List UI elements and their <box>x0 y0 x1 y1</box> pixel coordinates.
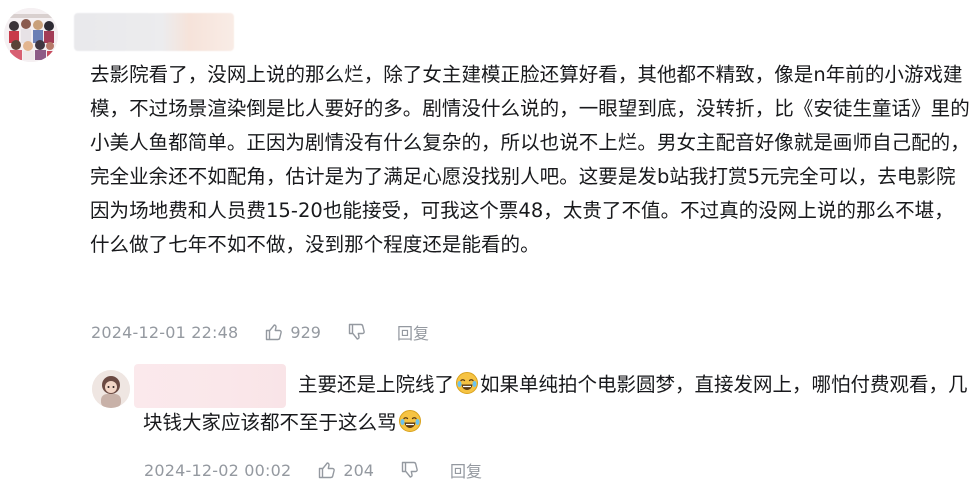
reply-avatar[interactable] <box>92 370 130 408</box>
like-count: 929 <box>290 322 321 342</box>
reply-meta: 2024-12-02 00:02 204 回复 <box>144 458 482 482</box>
avatar[interactable] <box>4 8 58 62</box>
avatar-image <box>4 8 58 62</box>
crying-laughing-emoji-icon <box>456 372 479 394</box>
thumbs-down-icon <box>401 461 418 478</box>
reply-like-count: 204 <box>343 460 374 480</box>
dislike-button[interactable] <box>347 322 367 342</box>
comment-meta: 2024-12-01 22:48 929 回复 <box>91 320 429 344</box>
reply-avatar-image <box>92 370 130 408</box>
reply-button[interactable]: 回复 <box>397 320 429 344</box>
thumbs-up-icon <box>319 462 336 479</box>
thumbs-up-icon <box>266 324 283 341</box>
comment-timestamp: 2024-12-01 22:48 <box>91 322 239 342</box>
reply-text-part1: 主要还是上院线了 <box>298 373 455 396</box>
crying-laughing-emoji-icon <box>398 410 421 432</box>
reply-reply-button[interactable]: 回复 <box>450 458 482 482</box>
comment-text: 去影院看了，没网上说的那么烂，除了女主建模正脸还算好看，其他都不精致，像是n年前… <box>90 63 970 256</box>
reply-dislike-button[interactable] <box>400 460 420 480</box>
username-redacted[interactable] <box>74 13 234 51</box>
reply-text: 主要还是上院线了 如果单纯拍个电影圆梦，直接发网上，哪怕付费观看，几块钱大家应该都… <box>143 366 972 442</box>
reply-like-button[interactable] <box>317 460 337 480</box>
reply-text-part2: 如果单纯拍个电影圆梦，直接发网上，哪怕付费观看，几块钱大家应该都不至于这么骂 <box>143 373 968 434</box>
like-button[interactable] <box>264 322 284 342</box>
thumbs-down-icon <box>348 323 365 340</box>
reply-timestamp: 2024-12-02 00:02 <box>144 460 292 480</box>
